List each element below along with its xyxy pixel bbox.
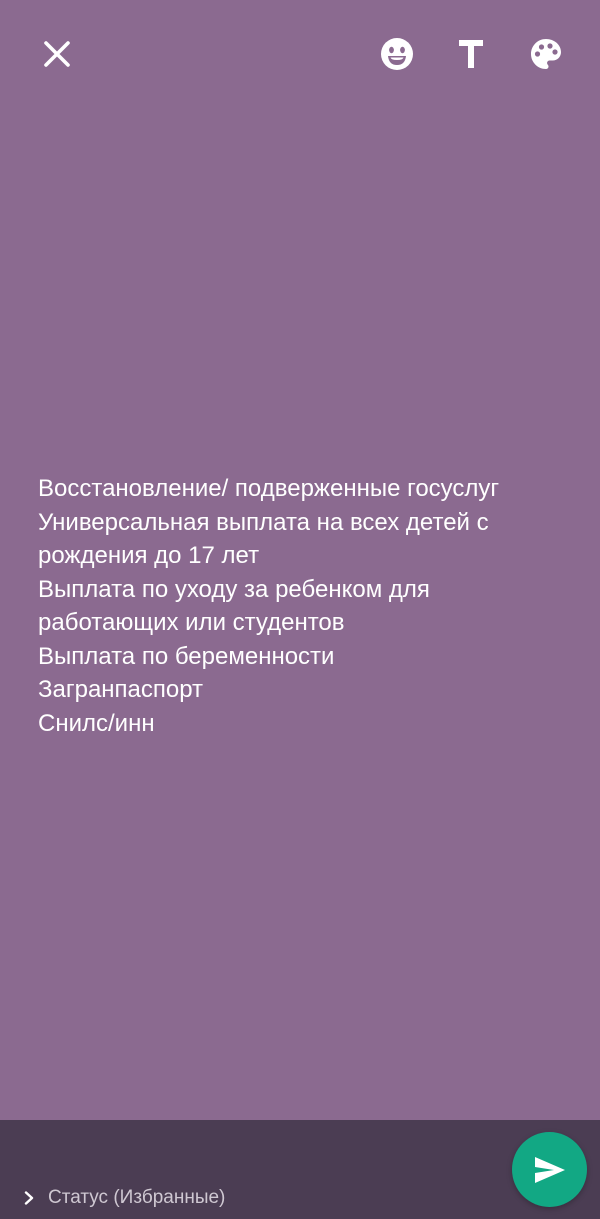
status-text[interactable]: Восстановление/ подверженные госуслуг Уни…: [38, 472, 568, 740]
status-text-line: Загранпаспорт: [38, 676, 204, 703]
status-text-line: Выплата по беременности: [38, 642, 335, 670]
palette-icon: [531, 39, 561, 69]
emoji-icon: [381, 38, 413, 70]
close-icon: [44, 41, 70, 67]
chevron-right-icon: [24, 1191, 34, 1205]
text-icon: [459, 40, 483, 68]
status-text-line: рождения до 17 лет: [38, 542, 260, 569]
send-icon: [534, 1156, 565, 1183]
status-text-line: Выплата по уходу за ребенком для: [38, 575, 430, 603]
bottom-bar: Статус (Избранные): [0, 1120, 600, 1219]
text-style-button[interactable]: [447, 30, 495, 78]
audience-selector[interactable]: Статус (Избранные): [22, 1186, 225, 1210]
send-button[interactable]: [512, 1132, 587, 1207]
status-text-line: работающих или студентов: [38, 609, 345, 636]
top-toolbar: [0, 0, 600, 110]
close-button[interactable]: [33, 30, 81, 78]
status-text-line: Снилс/инн: [38, 709, 155, 737]
status-text-line: Универсальная выплата на всех детей с: [38, 508, 489, 536]
status-text-line: Восстановление/ подверженные госуслуг: [38, 475, 500, 502]
status-canvas[interactable]: Восстановление/ подверженные госуслуг Уни…: [0, 0, 600, 1120]
color-palette-button[interactable]: [522, 30, 570, 78]
audience-label: Статус (Избранные): [48, 1187, 226, 1208]
emoji-button[interactable]: [373, 30, 421, 78]
